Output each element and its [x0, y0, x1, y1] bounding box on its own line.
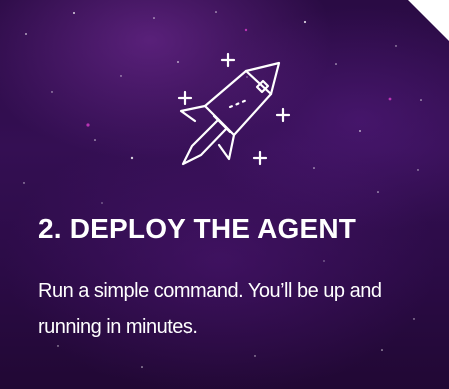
rocket-icon [168, 42, 298, 172]
card-description: Run a simple command. You’ll be up and r… [38, 280, 382, 338]
deploy-agent-card: 2. DEPLOY THE AGENT Run a simple command… [0, 0, 449, 389]
card-title: 2. DEPLOY THE AGENT [38, 213, 357, 244]
